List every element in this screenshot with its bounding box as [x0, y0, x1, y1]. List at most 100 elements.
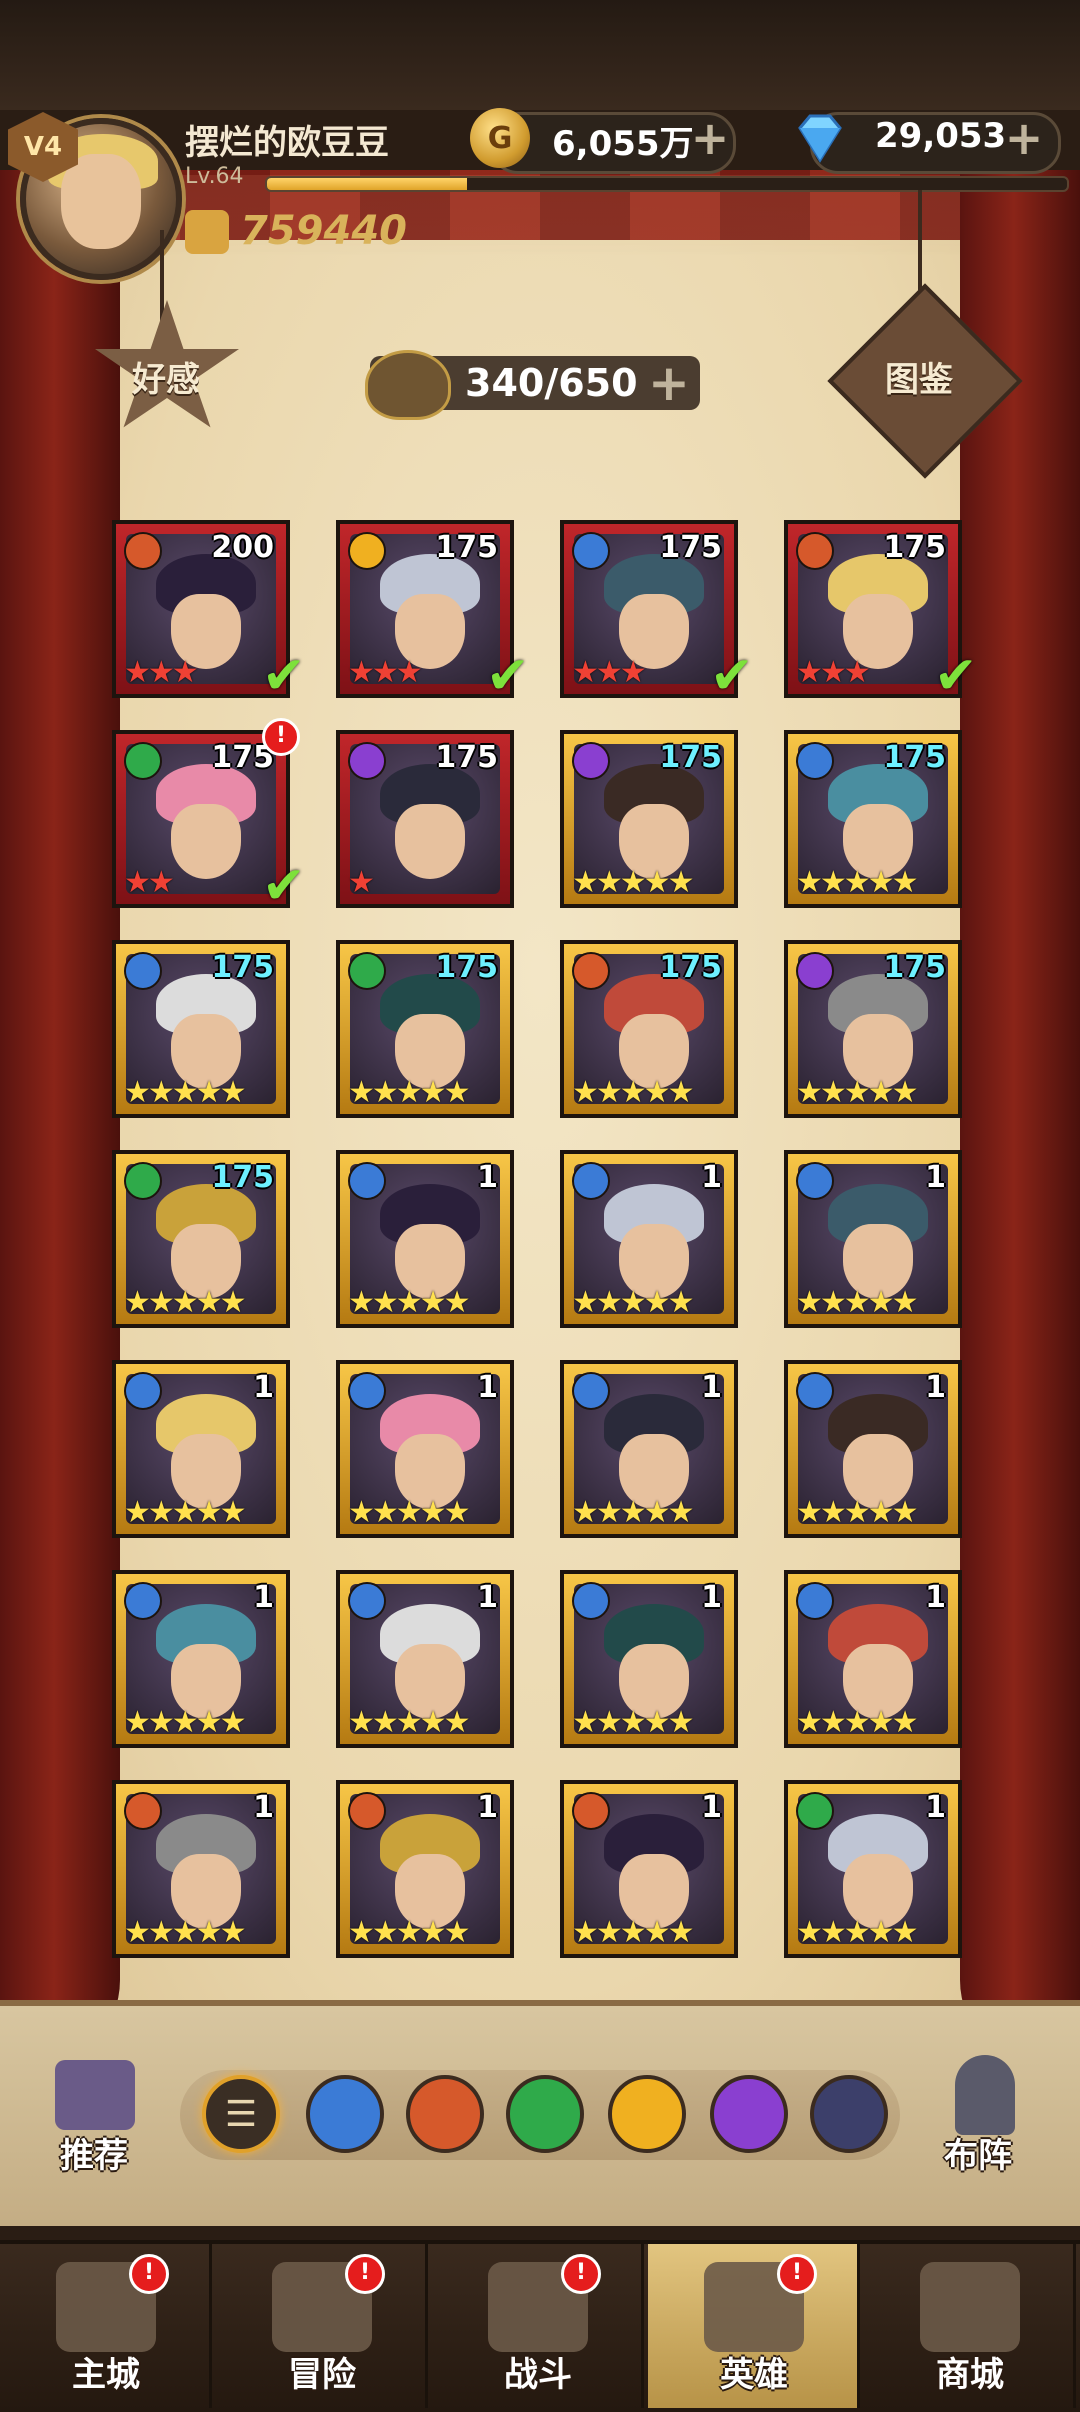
filter-wind-button[interactable]	[506, 2075, 584, 2153]
fire-element-icon	[348, 1792, 386, 1830]
hero-card[interactable]: 175 ★★★★★	[784, 940, 962, 1118]
nav-castle[interactable]: 主城!	[0, 2244, 212, 2408]
nav-helmet[interactable]: 英雄!	[648, 2244, 860, 2408]
nav-label: 商城	[936, 2355, 1004, 2395]
water-element-icon	[796, 1582, 834, 1620]
right-curtain	[960, 170, 1080, 2070]
alert-badge: !	[262, 718, 300, 756]
filter-fire-button[interactable]	[406, 2075, 484, 2153]
hero-level: 175	[659, 740, 722, 775]
hero-card[interactable]: 1 ★★★★★	[560, 1570, 738, 1748]
hero-card[interactable]: 1 ★★★★★	[336, 1150, 514, 1328]
hero-card[interactable]: 1 ★★★★★	[112, 1360, 290, 1538]
hero-stars: ★★★★★	[124, 1915, 246, 1950]
top-bar-background	[0, 0, 1080, 110]
hero-card[interactable]: 1 ★★★★★	[784, 1780, 962, 1958]
nav-swords[interactable]: 战斗!	[432, 2244, 644, 2408]
hero-card[interactable]: 175 ★★★★★	[112, 940, 290, 1118]
hero-stars: ★★★★★	[348, 1285, 470, 1320]
nav-alert-badge: !	[777, 2254, 817, 2294]
hero-card[interactable]: 175 ★★★★★	[336, 940, 514, 1118]
hero-card[interactable]: 1 ★★★★★	[560, 1780, 738, 1958]
hero-stars: ★★★★★	[796, 1495, 918, 1530]
hero-level: 1	[701, 1160, 722, 1195]
hero-stars: ★★★★★	[572, 865, 694, 900]
capacity-add-button[interactable]: +	[648, 358, 690, 408]
formation-label: 布阵	[944, 2136, 1012, 2176]
nav-label: 英雄	[720, 2355, 788, 2395]
hero-level: 175	[883, 950, 946, 985]
hero-level: 175	[659, 530, 722, 565]
fire-element-icon	[124, 1792, 162, 1830]
hero-card[interactable]: 175 ★	[336, 730, 514, 908]
hero-level: 175	[883, 530, 946, 565]
hero-level: 1	[925, 1580, 946, 1615]
hero-card[interactable]: 175 ★★★★★	[784, 730, 962, 908]
hero-stars: ★★★	[796, 655, 871, 690]
hero-stars: ★★★★★	[572, 1285, 694, 1320]
hero-card[interactable]: 1 ★★★★★	[784, 1570, 962, 1748]
hero-stars: ★★★★★	[572, 1495, 694, 1530]
recommend-icon	[55, 2060, 135, 2130]
nav-shop[interactable]: 商城	[864, 2244, 1076, 2408]
hero-level: 175	[435, 530, 498, 565]
hero-level: 1	[253, 1580, 274, 1615]
hero-level: 200	[211, 530, 274, 565]
exp-bar	[265, 176, 1069, 192]
water-element-icon	[572, 532, 610, 570]
gem-add-button[interactable]: +	[1002, 115, 1046, 162]
nav-ship[interactable]: 冒险!	[216, 2244, 428, 2408]
hero-card[interactable]: 1 ★★★★★	[560, 1150, 738, 1328]
filter-all-button[interactable]: ☰	[202, 2075, 280, 2153]
hero-level: 1	[477, 1580, 498, 1615]
selected-check-icon: ✔	[262, 646, 306, 706]
hero-card[interactable]: 1 ★★★★★	[336, 1780, 514, 1958]
hero-card[interactable]: 1 ★★★★★	[560, 1360, 738, 1538]
water-element-icon	[796, 742, 834, 780]
hero-stars: ★	[348, 865, 375, 900]
fire-element-icon	[572, 952, 610, 990]
nav-label: 战斗	[504, 2355, 572, 2395]
hero-face	[395, 804, 465, 879]
fire-element-icon	[572, 1792, 610, 1830]
water-element-icon	[796, 1372, 834, 1410]
hero-stars: ★★	[124, 865, 175, 900]
water-element-icon	[124, 1372, 162, 1410]
nav-alert-badge: !	[129, 2254, 169, 2294]
left-curtain	[0, 170, 120, 2070]
bull-helmet-icon	[365, 350, 451, 420]
hero-card[interactable]: 1 ★★★★★	[112, 1780, 290, 1958]
wind-element-icon	[124, 742, 162, 780]
hero-card[interactable]: 175 ★★★★★	[112, 1150, 290, 1328]
gold-add-button[interactable]: +	[688, 115, 732, 162]
power-icon	[185, 210, 229, 254]
hero-level: 1	[477, 1370, 498, 1405]
filter-light-button[interactable]	[608, 2075, 686, 2153]
hero-level: 1	[925, 1160, 946, 1195]
player-name: 摆烂的欧豆豆	[185, 123, 389, 163]
hero-level: 175	[211, 950, 274, 985]
wind-element-icon	[124, 1162, 162, 1200]
hero-stars: ★★★★★	[348, 1915, 470, 1950]
hero-card[interactable]: 1 ★★★★★	[336, 1360, 514, 1538]
hero-card[interactable]: 1 ★★★★★	[784, 1360, 962, 1538]
favor-label: 好感	[132, 360, 200, 400]
fire-element-icon	[796, 532, 834, 570]
hero-card[interactable]: 175 ★★★★★	[560, 730, 738, 908]
hero-stars: ★★★★★	[796, 865, 918, 900]
water-element-icon	[348, 1582, 386, 1620]
hero-stars: ★★★★★	[572, 1705, 694, 1740]
hero-level: 1	[701, 1790, 722, 1825]
hero-capacity-value: 340/650	[465, 361, 638, 405]
hero-card[interactable]: 175 ★★★★★	[560, 940, 738, 1118]
filter-void-button[interactable]	[810, 2075, 888, 2153]
exp-bar-fill	[267, 178, 467, 190]
hero-card[interactable]: 1 ★★★★★	[784, 1150, 962, 1328]
filter-water-button[interactable]	[306, 2075, 384, 2153]
filter-dark-button[interactable]	[710, 2075, 788, 2153]
hero-card[interactable]: 1 ★★★★★	[112, 1570, 290, 1748]
shop-icon	[920, 2262, 1020, 2352]
gem-value: 29,053	[875, 116, 1007, 156]
dark-element-icon	[796, 952, 834, 990]
hero-card[interactable]: 1 ★★★★★	[336, 1570, 514, 1748]
